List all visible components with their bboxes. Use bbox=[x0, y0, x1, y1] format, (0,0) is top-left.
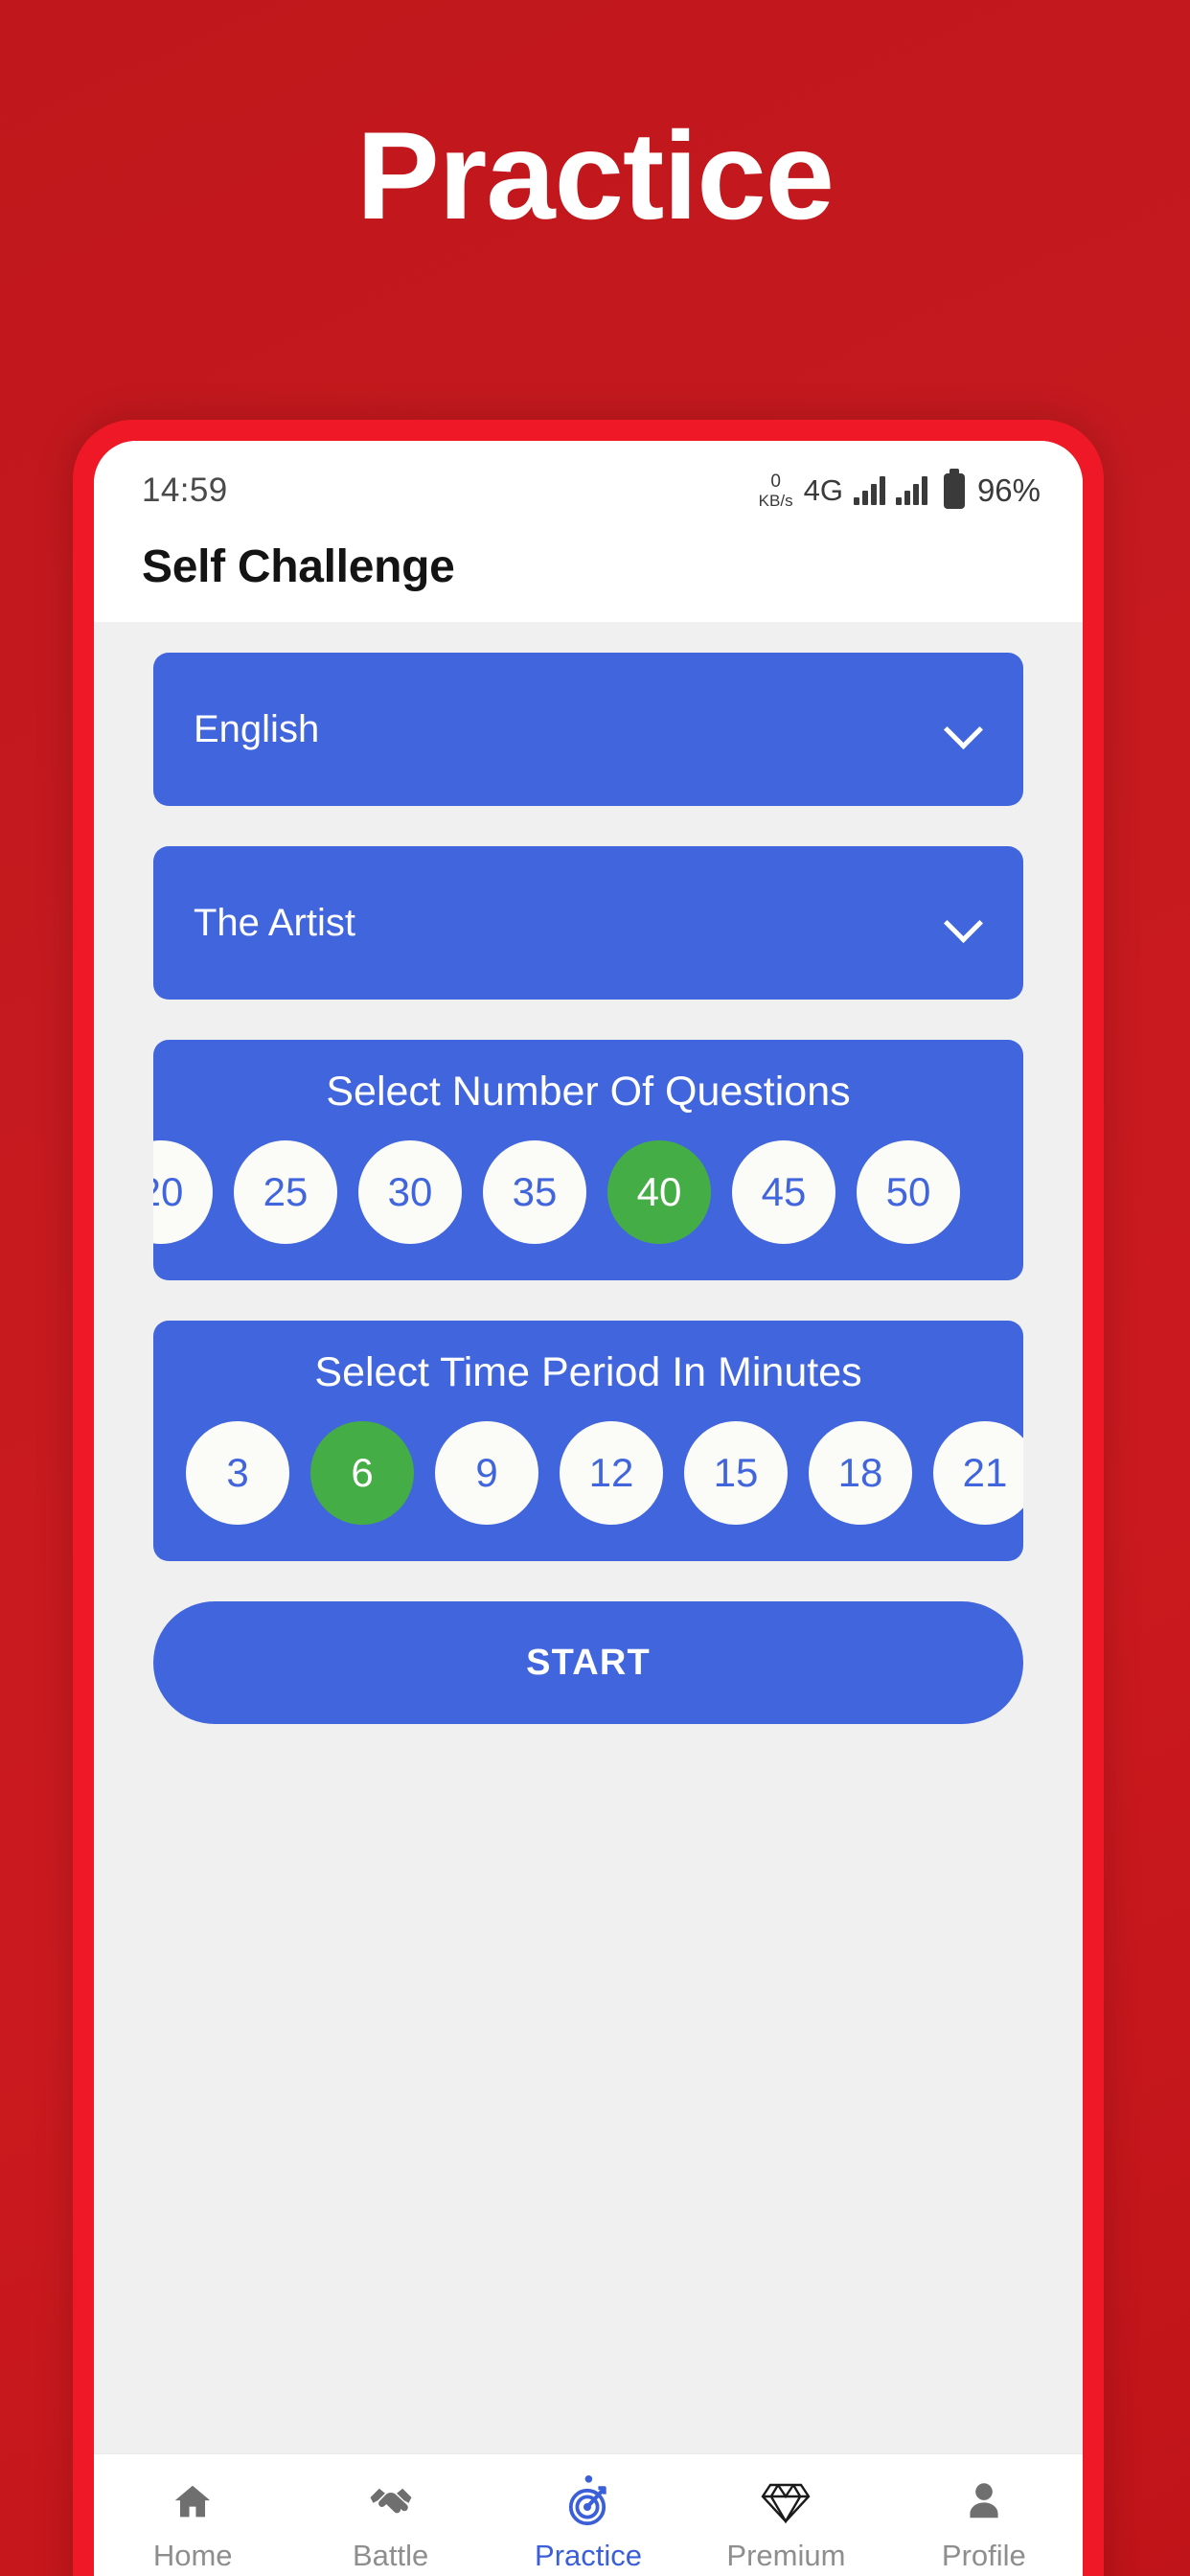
nav-item-home[interactable]: Home bbox=[94, 2475, 291, 2573]
battery-percent: 96% bbox=[976, 472, 1041, 508]
app-bar: Self Challenge bbox=[94, 540, 1083, 622]
time-minutes-chip[interactable]: 18 bbox=[809, 1421, 912, 1525]
time-minutes-chip[interactable]: 3 bbox=[186, 1421, 289, 1525]
category-select-value: The Artist bbox=[194, 901, 355, 944]
person-icon bbox=[963, 2475, 1005, 2529]
question-count-chip[interactable]: 30 bbox=[358, 1140, 462, 1244]
chevron-down-icon bbox=[945, 905, 981, 941]
time-chip-row[interactable]: 3 6 9 12 15 18 21 bbox=[153, 1421, 1023, 1525]
questions-picker-title: Select Number Of Questions bbox=[326, 1069, 851, 1115]
nav-item-battle[interactable]: Battle bbox=[291, 2475, 489, 2573]
network-speed-unit: KB/s bbox=[758, 492, 793, 510]
network-type-label: 4G bbox=[803, 473, 843, 507]
signal-bars-icon-1 bbox=[853, 476, 885, 505]
promo-background: Practice 14:59 0 KB/s 4G 96% Self Challe… bbox=[0, 0, 1190, 2576]
promo-title: Practice bbox=[356, 105, 835, 245]
questions-chip-row[interactable]: 20253035404550 bbox=[153, 1140, 1023, 1244]
phone-screen: 14:59 0 KB/s 4G 96% Self Challenge Engli… bbox=[94, 441, 1083, 2576]
nav-label-home: Home bbox=[152, 2539, 233, 2572]
page-title: Self Challenge bbox=[142, 541, 455, 592]
nav-item-premium[interactable]: Premium bbox=[687, 2475, 884, 2573]
status-time: 14:59 bbox=[142, 472, 228, 509]
language-select[interactable]: English bbox=[153, 653, 1023, 806]
battery-icon bbox=[943, 468, 965, 509]
bottom-navigation: Home Battle Practice Premium Profile bbox=[94, 2453, 1083, 2576]
time-minutes-chip[interactable]: 9 bbox=[435, 1421, 538, 1525]
time-minutes-chip[interactable]: 12 bbox=[560, 1421, 663, 1525]
main-content: English The Artist Select Number Of Ques… bbox=[94, 622, 1083, 2453]
language-select-value: English bbox=[194, 707, 320, 750]
time-minutes-chip[interactable]: 6 bbox=[310, 1421, 414, 1525]
time-picker-title: Select Time Period In Minutes bbox=[314, 1349, 862, 1395]
question-count-chip[interactable]: 20 bbox=[153, 1140, 213, 1244]
nav-label-practice: Practice bbox=[535, 2539, 642, 2572]
question-count-chip[interactable]: 45 bbox=[732, 1140, 835, 1244]
question-count-chip[interactable]: 40 bbox=[607, 1140, 711, 1244]
phone-mockup-frame: 14:59 0 KB/s 4G 96% Self Challenge Engli… bbox=[73, 420, 1104, 2576]
questions-picker-card: Select Number Of Questions 2025303540455… bbox=[153, 1040, 1023, 1280]
status-indicators: 0 KB/s 4G 96% bbox=[759, 468, 1041, 509]
target-dart-icon bbox=[565, 2475, 611, 2529]
start-button[interactable]: START bbox=[153, 1601, 1023, 1724]
question-count-chip[interactable]: 35 bbox=[483, 1140, 586, 1244]
network-speed-indicator: 0 KB/s bbox=[759, 472, 793, 509]
nav-label-profile: Profile bbox=[941, 2539, 1026, 2572]
nav-item-profile[interactable]: Profile bbox=[885, 2475, 1083, 2573]
time-picker-card: Select Time Period In Minutes 3 6 9 12 15 18 2… bbox=[153, 1321, 1023, 1561]
handshake-icon bbox=[367, 2475, 415, 2529]
status-bar: 14:59 0 KB/s 4G 96% bbox=[94, 441, 1083, 540]
home-icon bbox=[171, 2475, 215, 2529]
question-count-chip[interactable]: 50 bbox=[857, 1140, 960, 1244]
nav-item-practice[interactable]: Practice bbox=[490, 2475, 687, 2573]
question-count-chip[interactable]: 25 bbox=[234, 1140, 337, 1244]
time-minutes-chip[interactable]: 21 bbox=[933, 1421, 1023, 1525]
category-select[interactable]: The Artist bbox=[153, 846, 1023, 1000]
diamond-icon bbox=[761, 2475, 811, 2529]
signal-bars-icon-2 bbox=[895, 476, 927, 505]
nav-label-premium: Premium bbox=[726, 2539, 846, 2572]
time-minutes-chip[interactable]: 15 bbox=[684, 1421, 788, 1525]
nav-label-battle: Battle bbox=[352, 2539, 429, 2572]
chevron-down-icon bbox=[945, 711, 981, 748]
network-speed-value: 0 bbox=[770, 472, 781, 492]
